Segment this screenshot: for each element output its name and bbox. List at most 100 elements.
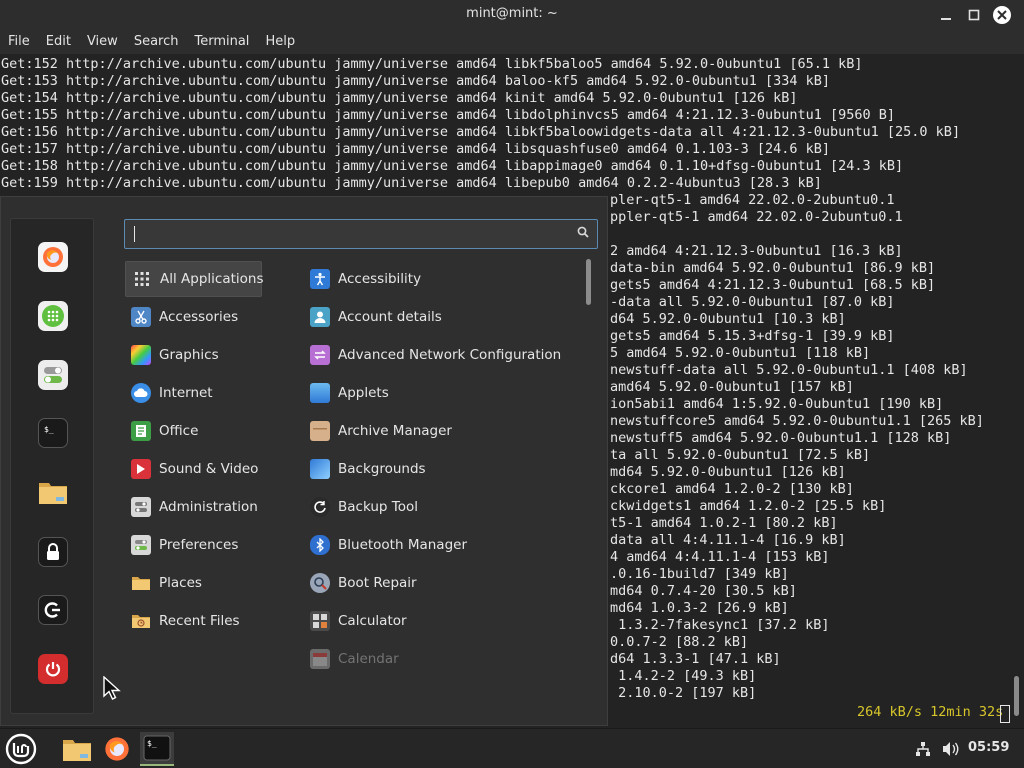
taskbar-terminal[interactable]: $_ (140, 732, 174, 766)
menu-scrollbar[interactable] (586, 259, 591, 305)
terminal-line: ckcore1 amd64 1.2.0-2 [130 kB] (610, 481, 854, 497)
category-recent-files[interactable]: Recent Files (125, 603, 262, 639)
lock-screen-button[interactable] (38, 537, 68, 567)
terminal-line: Get:153 http://archive.ubuntu.com/ubuntu… (1, 73, 831, 89)
minimize-icon (941, 18, 951, 20)
category-internet[interactable]: Internet (125, 375, 262, 411)
mouse-pointer-icon (103, 676, 121, 700)
category-label: Places (159, 575, 202, 591)
cloud-icon (131, 383, 151, 403)
terminal-scrollbar[interactable] (1014, 676, 1019, 716)
category-administration[interactable]: Administration (125, 489, 262, 525)
category-graphics[interactable]: Graphics (125, 337, 262, 373)
account-icon (310, 307, 330, 327)
menu-help[interactable]: Help (257, 30, 303, 54)
favorite-firefox[interactable] (38, 242, 68, 272)
folder-icon (131, 573, 151, 593)
app-boot-repair[interactable]: Boot Repair (304, 565, 564, 601)
logout-button[interactable] (38, 595, 68, 625)
app-applets[interactable]: Applets (304, 375, 564, 411)
close-button[interactable] (993, 6, 1011, 24)
app-label: Calculator (338, 613, 407, 629)
clock[interactable]: 05:59 (968, 740, 1009, 755)
category-label: Recent Files (159, 613, 240, 629)
recent-files-icon (131, 611, 151, 631)
terminal-line: 2 amd64 4:21.12.3-0ubuntu1 [16.3 kB] (610, 243, 903, 259)
app-advanced-network-configuration[interactable]: Advanced Network Configuration (304, 337, 564, 373)
app-backgrounds[interactable]: Backgrounds (304, 451, 564, 487)
terminal-line: ion5abi1 amd64 1:5.92.0-0ubuntu1 [190 kB… (610, 396, 944, 412)
terminal-line: Get:158 http://archive.ubuntu.com/ubuntu… (1, 158, 904, 174)
app-label: Calendar (338, 651, 399, 667)
app-archive-manager[interactable]: Archive Manager (304, 413, 564, 449)
terminal-line: 0.0.7-2 [88.2 kB] (610, 634, 749, 650)
menu-file[interactable]: File (0, 30, 38, 54)
app-accessibility[interactable]: Accessibility (304, 261, 564, 297)
terminal-line: newstuff-data all 5.92.0-0ubuntu1.1 [408… (610, 362, 968, 378)
network-status[interactable] (912, 732, 934, 766)
category-all-applications[interactable]: All Applications (125, 261, 264, 297)
favorite-settings[interactable] (38, 360, 68, 390)
terminal-icon: $_ (44, 425, 54, 434)
category-office[interactable]: Office (125, 413, 262, 449)
menu-search[interactable]: Search (126, 30, 187, 54)
minimize-button[interactable] (936, 5, 956, 25)
terminal-line: 1.4.2-2 [49.3 kB] (610, 668, 757, 684)
menu-terminal[interactable]: Terminal (186, 30, 257, 54)
favorite-terminal[interactable]: $_ (38, 418, 68, 448)
download-progress: 264 kB/s 12min 32s (857, 704, 1004, 720)
calculator-app-icon (42, 305, 64, 327)
category-preferences[interactable]: Preferences (125, 527, 262, 563)
scissors-icon (131, 307, 151, 327)
maximize-button[interactable] (964, 5, 984, 25)
category-label: Preferences (159, 537, 239, 553)
volume-control[interactable] (940, 732, 962, 766)
category-label: Graphics (159, 347, 219, 363)
admin-icon (131, 497, 151, 517)
svg-text:$_: $_ (147, 739, 157, 748)
terminal-line: d64 5.92.0-0ubuntu1 [10.3 kB] (610, 311, 846, 327)
category-label: Administration (159, 499, 258, 515)
terminal-line: Get:154 http://archive.ubuntu.com/ubuntu… (1, 90, 798, 106)
preferences-icon (131, 535, 151, 555)
network-wired-icon (916, 742, 930, 756)
app-label: Boot Repair (338, 575, 417, 591)
application-menu: $_ All Applications Accessories Graphics… (0, 196, 608, 726)
calendar-icon (310, 649, 330, 669)
power-icon (45, 662, 61, 677)
app-calendar[interactable]: Calendar (304, 641, 564, 677)
terminal-line: 4 amd64 4:4.11.1-4 [153 kB] (610, 549, 830, 565)
menu-view[interactable]: View (79, 30, 126, 54)
terminal-cursor (1000, 705, 1010, 723)
window-titlebar: mint@mint: ~ (0, 0, 1024, 30)
terminal-icon: $_ (143, 735, 171, 761)
terminal-line: gets5 amd64 5.15.3+dfsg-1 [39.9 kB] (610, 328, 895, 344)
taskbar-firefox[interactable] (100, 732, 134, 766)
category-accessories[interactable]: Accessories (125, 299, 262, 335)
search-icon (577, 226, 589, 238)
terminal-line: data all 4:4.11.1-4 [16.9 kB] (610, 532, 846, 548)
app-calculator[interactable]: Calculator (304, 603, 564, 639)
backup-icon (310, 497, 330, 517)
menu-edit[interactable]: Edit (38, 30, 79, 54)
start-menu-button[interactable] (4, 732, 38, 766)
terminal-line: d64 1.3.3-1 [47.1 kB] (610, 651, 781, 667)
category-places[interactable]: Places (125, 565, 262, 601)
favorite-files[interactable] (38, 477, 68, 507)
taskbar-files[interactable] (60, 732, 94, 766)
category-label: Internet (159, 385, 213, 401)
favorite-calculator[interactable] (38, 301, 68, 331)
terminal-line: amd64 5.92.0-0ubuntu1 [157 kB] (610, 379, 854, 395)
logout-icon (44, 602, 60, 618)
shutdown-button[interactable] (38, 654, 68, 684)
app-account-details[interactable]: Account details (304, 299, 564, 335)
terminal-line: pler-qt5-1 amd64 22.02.0-2ubuntu0.1 (610, 192, 895, 208)
taskbar: $_ 05:59 (0, 728, 1024, 768)
terminal-line: md64 0.7.4-20 [30.5 kB] (610, 583, 797, 599)
search-input[interactable] (124, 219, 598, 249)
app-backup-tool[interactable]: Backup Tool (304, 489, 564, 525)
document-icon (131, 421, 151, 441)
menubar: File Edit View Search Terminal Help (0, 30, 1024, 54)
category-sound-video[interactable]: Sound & Video (125, 451, 262, 487)
app-bluetooth-manager[interactable]: Bluetooth Manager (304, 527, 564, 563)
